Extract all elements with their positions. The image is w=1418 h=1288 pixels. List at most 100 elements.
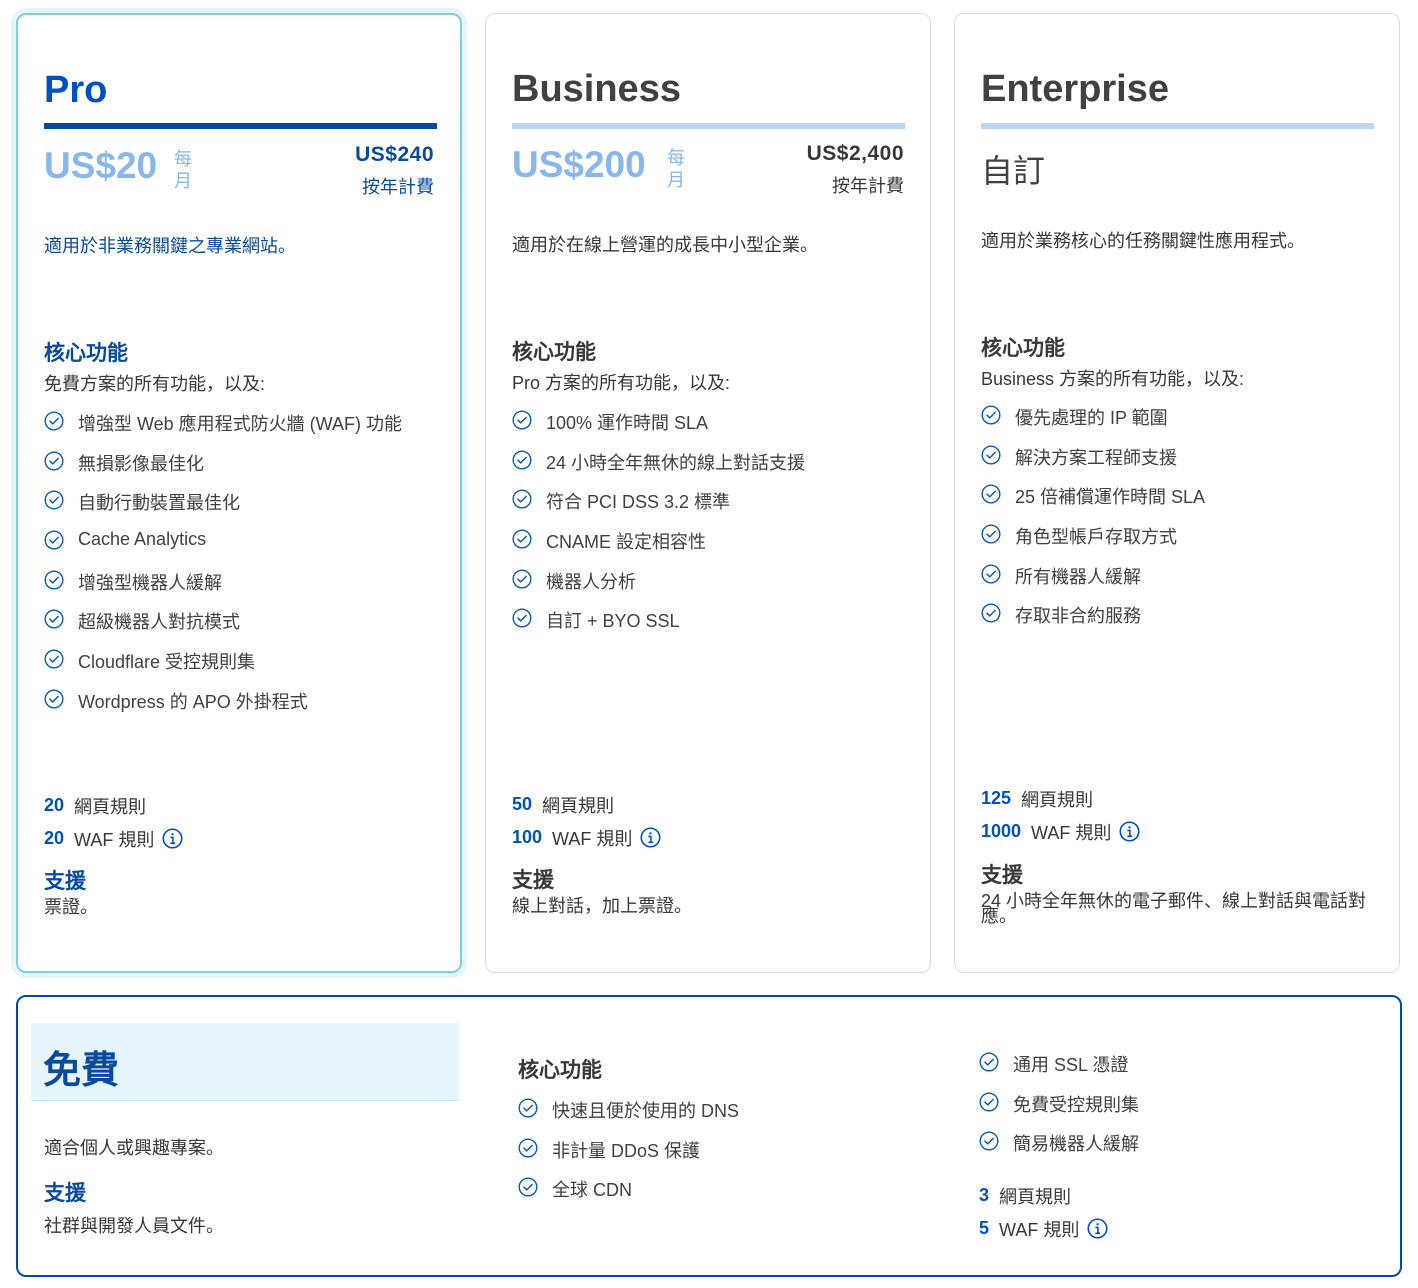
free-plan-header: 免費 [31, 1023, 459, 1101]
feature-item: 符合 PCI DSS 3.2 標準 [512, 488, 805, 528]
waf-rules-label: WAF 規則 [1031, 822, 1112, 843]
support-title: 支援 [44, 1182, 86, 1205]
plan-divider [981, 123, 1374, 129]
plan-card-business[interactable]: Business US$200 每月 US$2,400 按年計費 適用於在線上營… [485, 13, 931, 973]
check-circle-icon [981, 524, 1001, 544]
feature-item: 24 小時全年無休的線上對話支援 [512, 449, 805, 489]
feature-label: CNAME 設定相容性 [546, 532, 707, 553]
check-circle-icon [518, 1098, 538, 1118]
core-features-subtitle: Pro 方案的所有功能，以及: [512, 373, 731, 393]
feature-label: 角色型帳戶存取方式 [1015, 527, 1177, 548]
plan-divider [44, 123, 437, 129]
plan-description: 適用於業務核心的任務關鍵性應用程式。 [981, 231, 1305, 251]
plan-card-free[interactable]: 免費 適合個人或興趣專案。 支援 社群與開發人員文件。 核心功能 快速且便於使用… [16, 995, 1402, 1277]
feature-list: 快速且便於使用的 DNS 非計量 DDoS 保護全球 CDN [518, 1097, 739, 1216]
feature-label: 增強型機器人緩解 [78, 572, 222, 593]
waf-rules: 100 WAF 規則 [512, 821, 661, 854]
core-features-title: 核心功能 [518, 1059, 602, 1082]
feature-item: CNAME 設定相容性 [512, 528, 805, 568]
plan-name: Business [512, 68, 681, 110]
feature-label: 快速且便於使用的 DNS [552, 1101, 740, 1121]
feature-item: 25 倍補償運作時間 SLA [981, 483, 1205, 523]
feature-label: 簡易機器人緩解 [1013, 1134, 1139, 1155]
feature-label: Wordpress 的 APO 外掛程式 [78, 691, 308, 712]
feature-item: 存取非合約服務 [981, 602, 1205, 642]
feature-label: 無損影像最佳化 [78, 453, 204, 474]
feature-label: 存取非合約服務 [1015, 606, 1141, 627]
feature-label: 超級機器人對抗模式 [78, 612, 240, 633]
feature-item: 增強型機器人緩解 [44, 569, 402, 609]
waf-rules-count: 20 [44, 828, 65, 848]
check-circle-icon [44, 609, 64, 629]
feature-item: 簡易機器人緩解 [979, 1130, 1139, 1170]
feature-list: 通用 SSL 憑證 免費受控規則集 簡易機器人緩解 [979, 1051, 1139, 1170]
page-rules: 20 網頁規則 [44, 789, 183, 822]
info-icon[interactable] [640, 827, 661, 848]
feature-label: 100% 運作時間 SLA [546, 413, 709, 433]
yearly-amount: US$240 [355, 143, 434, 166]
check-circle-icon [979, 1092, 999, 1112]
feature-label: 通用 SSL 憑證 [1013, 1055, 1129, 1075]
rules-summary: 3 網頁規則 5 WAF 規則 [979, 1179, 1108, 1245]
waf-rules-label: WAF 規則 [552, 828, 633, 849]
yearly-amount: US$2,400 [806, 142, 904, 165]
check-circle-icon [981, 484, 1001, 504]
feature-item: 所有機器人緩解 [981, 563, 1205, 603]
check-circle-icon [44, 490, 64, 510]
price-period: 每月 [174, 149, 192, 191]
feature-label: 所有機器人緩解 [1015, 566, 1141, 587]
page-rules-count: 20 [44, 795, 65, 815]
feature-label: 25 倍補償運作時間 SLA [1015, 487, 1206, 508]
feature-label: 增強型 Web 應用程式防火牆 (WAF) 功能 [78, 414, 402, 434]
feature-label: 24 小時全年無休的線上對話支援 [546, 452, 806, 473]
feature-label: 免費受控規則集 [1013, 1094, 1139, 1115]
check-circle-icon [979, 1052, 999, 1072]
feature-item: 解決方案工程師支援 [981, 444, 1205, 484]
check-circle-icon [981, 405, 1001, 425]
waf-rules-count: 5 [979, 1218, 990, 1238]
info-icon[interactable] [1119, 821, 1140, 842]
rules-summary: 125 網頁規則 1000 WAF 規則 [981, 782, 1140, 848]
plan-divider [512, 123, 905, 129]
support-text: 24 小時全年無休的電子郵件、線上對話與電話對應。 [981, 891, 1367, 926]
feature-list: 優先處理的 IP 範圍 解決方案工程師支援 25 倍補償運作時間 SLA 角色型帳戶存… [981, 404, 1205, 642]
support-title: 支援 [981, 864, 1023, 887]
feature-item: 全球 CDN [518, 1176, 739, 1216]
check-circle-icon [512, 450, 532, 470]
yearly-price: US$2,400 按年計費 [807, 142, 904, 198]
feature-label: 符合 PCI DSS 3.2 標準 [546, 492, 731, 513]
feature-item: 角色型帳戶存取方式 [981, 523, 1205, 563]
check-circle-icon [512, 410, 532, 430]
yearly-label: 按年計費 [832, 176, 904, 196]
page-rules-count: 50 [512, 794, 533, 814]
feature-label: 機器人分析 [546, 571, 636, 592]
support-text: 票證。 [44, 897, 98, 917]
check-circle-icon [512, 569, 532, 589]
core-features-title: 核心功能 [512, 341, 596, 364]
plan-description: 適用於在線上營運的成長中小型企業。 [512, 235, 818, 255]
price-period: 每月 [667, 148, 685, 190]
plan-price: 自訂 [981, 153, 1046, 189]
feature-item: 無損影像最佳化 [44, 450, 402, 490]
plan-description: 適用於非業務關鍵之專業網站。 [44, 236, 296, 256]
support-text: 社群與開發人員文件。 [44, 1216, 224, 1236]
page-rules-label: 網頁規則 [542, 795, 615, 816]
info-icon[interactable] [162, 828, 183, 849]
support-text: 線上對話，加上票證。 [512, 896, 692, 916]
waf-rules-label: WAF 規則 [74, 829, 155, 850]
check-circle-icon [44, 649, 64, 669]
feature-item: 超級機器人對抗模式 [44, 608, 402, 648]
page-rules-count: 125 [981, 788, 1012, 808]
plan-card-enterprise[interactable]: Enterprise 自訂 適用於業務核心的任務關鍵性應用程式。 核心功能 Bu… [954, 13, 1400, 973]
plan-card-pro[interactable]: Pro US$20 每月 US$240 按年計費 適用於非業務關鍵之專業網站。 … [16, 13, 462, 973]
check-circle-icon [44, 570, 64, 590]
page-rules-label: 網頁規則 [1021, 789, 1094, 810]
feature-item: Cloudflare 受控規則集 [44, 648, 402, 688]
info-icon[interactable] [1087, 1218, 1108, 1239]
check-circle-icon [518, 1138, 538, 1158]
plan-name: Pro [44, 69, 108, 111]
feature-label: 非計量 DDoS 保護 [552, 1140, 701, 1161]
core-features-subtitle: Business 方案的所有功能，以及: [981, 369, 1245, 389]
core-features-subtitle: 免費方案的所有功能，以及: [44, 374, 265, 394]
waf-rules-label: WAF 規則 [999, 1219, 1080, 1240]
